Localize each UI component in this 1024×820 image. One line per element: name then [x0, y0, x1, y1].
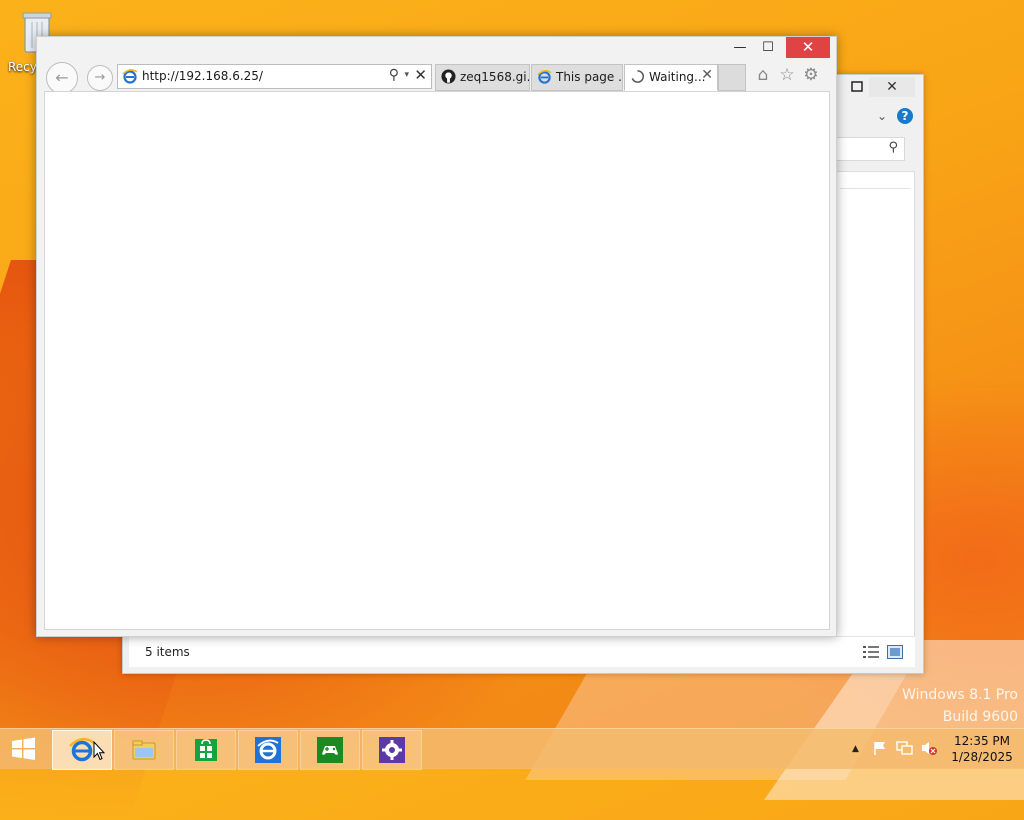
taskbar-internet-explorer-metro[interactable]	[238, 730, 298, 770]
chevron-down-icon[interactable]: ▾	[404, 70, 409, 80]
github-icon	[441, 69, 456, 84]
details-view-icon[interactable]	[863, 645, 879, 659]
home-icon[interactable]: ⌂	[753, 65, 773, 85]
gear-icon[interactable]: ⚙	[801, 65, 821, 85]
volume-muted-icon[interactable]	[920, 740, 938, 756]
ie-icon	[69, 738, 95, 762]
help-icon[interactable]: ?	[897, 108, 913, 124]
start-button[interactable]	[6, 735, 40, 763]
internet-explorer-window[interactable]: — ☐ ✕ ← → http://192.168.6.25/ ⚲ ▾ ✕ zeq…	[36, 36, 837, 637]
store-icon	[195, 739, 217, 761]
mouse-cursor-icon	[93, 741, 105, 761]
tab-label: This page ...	[556, 70, 623, 84]
explorer-status-bar: 5 items	[129, 636, 915, 667]
taskbar-file-explorer[interactable]	[114, 730, 174, 770]
search-icon: ⚲	[888, 140, 898, 155]
network-icon[interactable]	[896, 740, 914, 756]
taskbar-games[interactable]	[300, 730, 360, 770]
item-count: 5 items	[145, 645, 190, 659]
show-hidden-icons-button[interactable]: ▲	[852, 744, 859, 754]
tab-label: Waiting...	[649, 70, 706, 84]
url-text[interactable]: http://192.168.6.25/	[142, 69, 263, 83]
favorites-icon[interactable]: ☆	[777, 65, 797, 85]
taskbar-store[interactable]	[176, 730, 236, 770]
clock-date: 1/28/2025	[951, 750, 1013, 764]
tab-label: zeq1568.gi...	[460, 70, 530, 84]
tab-this-page[interactable]: This page ...	[531, 64, 623, 91]
loading-icon	[631, 70, 644, 83]
watermark-edition: Windows 8.1 Pro	[902, 687, 1018, 703]
clock-time: 12:35 PM	[954, 734, 1010, 748]
large-icons-view-icon[interactable]	[887, 645, 903, 659]
folder-icon	[132, 740, 156, 760]
ribbon-expand-icon[interactable]: ⌄	[877, 109, 887, 123]
taskbar-settings[interactable]	[362, 730, 422, 770]
address-bar[interactable]: http://192.168.6.25/ ⚲ ▾ ✕	[117, 64, 432, 89]
ie-icon	[122, 69, 138, 84]
tab-close-button[interactable]: ✕	[701, 67, 713, 83]
tab-waiting[interactable]: Waiting... ✕	[624, 64, 718, 91]
ie-icon	[255, 737, 281, 763]
game-controller-icon	[317, 737, 343, 763]
system-clock[interactable]: 12:35 PM 1/28/2025	[944, 733, 1020, 765]
search-icon[interactable]: ⚲	[389, 67, 399, 83]
minimize-button[interactable]: —	[726, 37, 754, 58]
explorer-search-box[interactable]: ⚲	[833, 137, 905, 161]
settings-gear-icon	[379, 737, 405, 763]
watermark-build: Build 9600	[942, 709, 1018, 725]
explorer-maximize-button[interactable]	[847, 79, 867, 95]
action-center-flag-icon[interactable]	[872, 740, 888, 756]
os-watermark: Windows 8.1 Pro Build 9600	[902, 684, 1018, 728]
close-button[interactable]: ✕	[786, 37, 830, 58]
forward-button[interactable]: →	[87, 65, 113, 91]
taskbar: ▲ 12:35 PM 1/28/2025	[0, 728, 1024, 770]
new-tab-button[interactable]	[718, 64, 746, 91]
explorer-close-button[interactable]: ✕	[869, 77, 915, 97]
stop-button[interactable]: ✕	[414, 66, 427, 84]
divider	[840, 188, 910, 189]
ie-icon	[537, 70, 552, 84]
back-button[interactable]: ←	[46, 62, 78, 94]
tab-github[interactable]: zeq1568.gi...	[435, 64, 530, 91]
maximize-button[interactable]: ☐	[754, 37, 782, 58]
page-content-area[interactable]	[44, 91, 830, 630]
